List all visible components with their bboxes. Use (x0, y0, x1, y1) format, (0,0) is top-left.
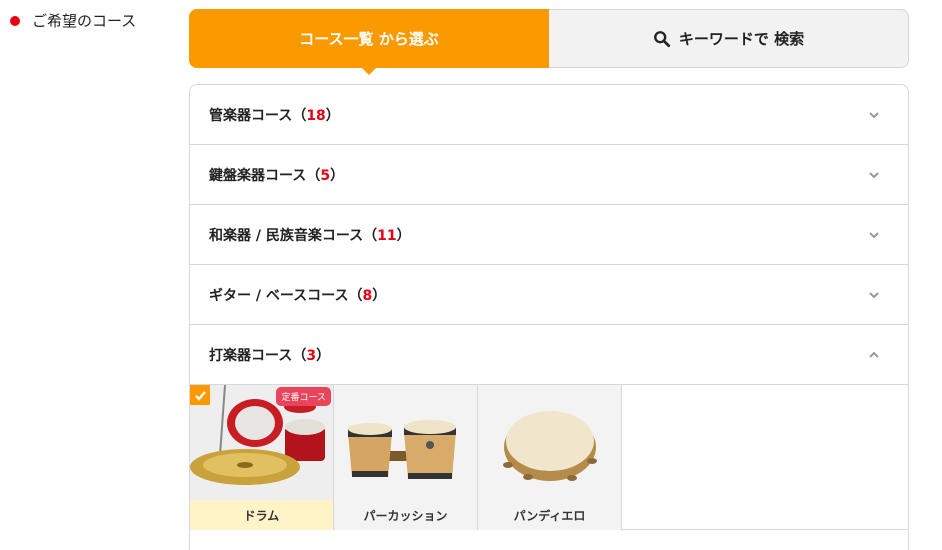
category-label: ギター / ベースコース（8） (209, 287, 387, 304)
chevron-down-icon (869, 291, 879, 298)
tab-keyword-search[interactable]: キーワードで 検索 (549, 9, 909, 68)
category-accordion: 管楽器コース（18） 鍵盤楽器コース（5） 和楽器 / 民族音楽コース（11） … (189, 84, 909, 530)
course-name: パーカッション (363, 508, 448, 523)
tab-course-list-label: コース一覧 から選ぶ (299, 30, 439, 48)
course-name: パンディエロ (513, 508, 586, 523)
category-count: 8 (362, 287, 373, 304)
tab-course-list[interactable]: コース一覧 から選ぶ (189, 9, 549, 75)
category-label: 管楽器コース（18） (209, 107, 340, 124)
side-label: ご希望のコース (10, 10, 136, 31)
category-count: 5 (320, 167, 331, 184)
chevron-down-icon (869, 111, 879, 118)
percussion-course-grid: 定番コース ドラム パーカッション パンディエロ (190, 385, 908, 530)
search-icon (653, 30, 670, 47)
course-card-percussion[interactable]: パーカッション (334, 385, 478, 530)
course-card-pandeiro[interactable]: パンディエロ (478, 385, 622, 530)
chevron-down-icon (869, 171, 879, 178)
checkmark-icon (190, 385, 210, 405)
tab-keyword-search-label: キーワードで 検索 (678, 30, 805, 48)
bullet-dot-icon (10, 15, 20, 26)
side-label-text: ご希望のコース (32, 12, 137, 30)
category-count: 18 (306, 107, 326, 124)
standard-course-badge: 定番コース (276, 387, 331, 406)
category-count: 3 (306, 347, 317, 364)
tab-bar: コース一覧 から選ぶ キーワードで 検索 (189, 9, 909, 75)
bongo-image (334, 385, 477, 500)
chevron-up-icon (869, 351, 879, 358)
accordion-continuation (189, 530, 909, 550)
category-count: 11 (377, 227, 397, 244)
course-card-drum[interactable]: 定番コース ドラム (190, 385, 334, 530)
tambourine-image (478, 385, 621, 500)
category-keyboard-instruments[interactable]: 鍵盤楽器コース（5） (190, 145, 908, 205)
course-selector: コース一覧 から選ぶ キーワードで 検索 管楽器コース（18） 鍵盤楽器コース（… (189, 9, 909, 550)
category-percussion[interactable]: 打楽器コース（3） (190, 325, 908, 385)
category-label: 打楽器コース（3） (209, 347, 331, 364)
category-label: 鍵盤楽器コース（5） (209, 167, 345, 184)
course-name: ドラム (190, 500, 333, 530)
category-label: 和楽器 / 民族音楽コース（11） (209, 227, 411, 244)
category-guitar-bass[interactable]: ギター / ベースコース（8） (190, 265, 908, 325)
chevron-down-icon (869, 231, 879, 238)
category-japanese-ethnic-instruments[interactable]: 和楽器 / 民族音楽コース（11） (190, 205, 908, 265)
category-wind-instruments[interactable]: 管楽器コース（18） (190, 85, 908, 145)
